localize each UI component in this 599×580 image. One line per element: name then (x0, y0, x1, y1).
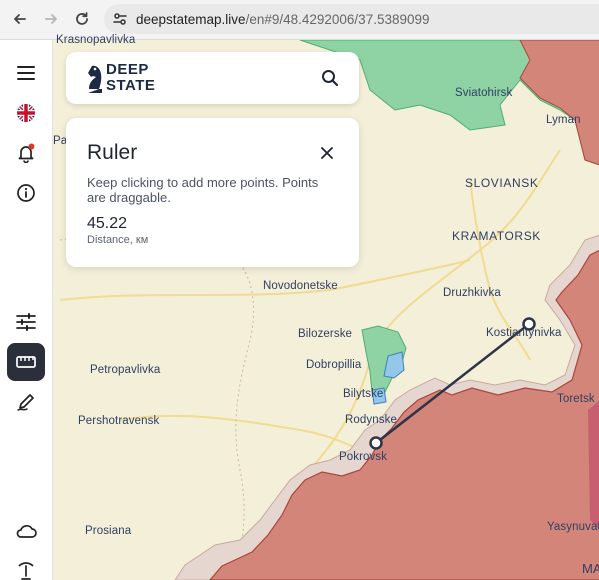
satellite-icon (18, 562, 34, 580)
place-druzhkivka: Druzhkivka (443, 287, 501, 299)
reload-icon (76, 12, 88, 25)
pencil-icon (17, 394, 34, 411)
place-lyman: Lyman (546, 114, 581, 126)
url-text: deepstatemap.live/en#9/48.4292006/37.538… (136, 12, 430, 27)
search-icon (322, 70, 339, 87)
place-sviatohirsk: Sviatohirsk (455, 87, 513, 99)
place-rodynske: Rodynske (345, 414, 397, 426)
place-pokrovsk: Pokrovsk (339, 451, 388, 463)
ruler-title: Ruler (87, 141, 138, 164)
bell-icon (18, 143, 35, 163)
place-krasnopavlivka: Krasnopavlivka (56, 34, 136, 46)
place-pershotravensk: Pershotravensk (78, 415, 160, 427)
url-host: deepstatemap.live (136, 11, 246, 27)
place-sloviansk: SLOVIANSK (465, 176, 539, 190)
notifications-button[interactable] (7, 134, 45, 172)
place-prosiana: Prosiana (85, 525, 132, 537)
search-button[interactable] (318, 66, 342, 90)
occupied-area-northeast (519, 40, 599, 166)
place-toretsk: Toretsk (557, 393, 595, 405)
sliders-icon (16, 313, 36, 331)
forward-button[interactable] (36, 4, 66, 34)
logo-text[interactable]: DEEP STATE (106, 62, 155, 94)
place-yasynuvata: Yasynuvat (547, 521, 599, 533)
ruler-close-button[interactable] (316, 142, 338, 164)
back-button[interactable] (5, 4, 35, 34)
info-button[interactable] (7, 174, 45, 212)
sidebar (0, 40, 53, 580)
site-settings-icon[interactable] (112, 11, 128, 27)
place-ma: MA (582, 561, 599, 576)
info-icon (17, 184, 35, 202)
forward-arrow-icon (45, 14, 57, 24)
place-dobropillia: Dobropillia (306, 359, 362, 371)
place-kostiantynivka: Kostiantynivka (486, 327, 562, 339)
place-petropavlivka: Petropavlivka (90, 364, 161, 376)
draw-tool-button[interactable] (7, 383, 45, 421)
place-novodonetske: Novodonetske (263, 280, 338, 292)
ruler-icon (16, 356, 36, 368)
uk-flag-icon (17, 104, 35, 122)
place-bilozerske: Bilozerske (298, 328, 353, 340)
language-button[interactable] (7, 94, 45, 132)
cloud-icon (16, 525, 37, 538)
place-kramatorsk: KRAMATORSK (452, 229, 541, 243)
address-bar[interactable]: deepstatemap.live/en#9/48.4292006/37.538… (104, 4, 599, 34)
ruler-point-end[interactable] (369, 436, 383, 450)
menu-button[interactable] (7, 54, 45, 92)
url-path: /en#9/48.4292006/37.5389099 (245, 11, 430, 27)
close-icon (321, 147, 333, 159)
ruler-distance-label: Distance, км (87, 234, 149, 246)
ruler-hint: Keep clicking to add more points. Points… (87, 175, 319, 205)
filters-button[interactable] (7, 303, 45, 341)
satellite-button[interactable] (7, 552, 45, 580)
logo-line-1: DEEP (106, 61, 149, 78)
logo-line-2: STATE (106, 77, 156, 94)
reload-button[interactable] (67, 4, 97, 34)
weather-button[interactable] (7, 512, 45, 550)
ruler-distance-value: 45.22 (87, 215, 128, 232)
hamburger-icon (17, 66, 35, 80)
place-bilytske: Bilytske (343, 388, 384, 400)
back-arrow-icon (14, 14, 26, 24)
knight-logo-icon (88, 65, 102, 93)
ruler-tool-button[interactable] (7, 343, 45, 381)
